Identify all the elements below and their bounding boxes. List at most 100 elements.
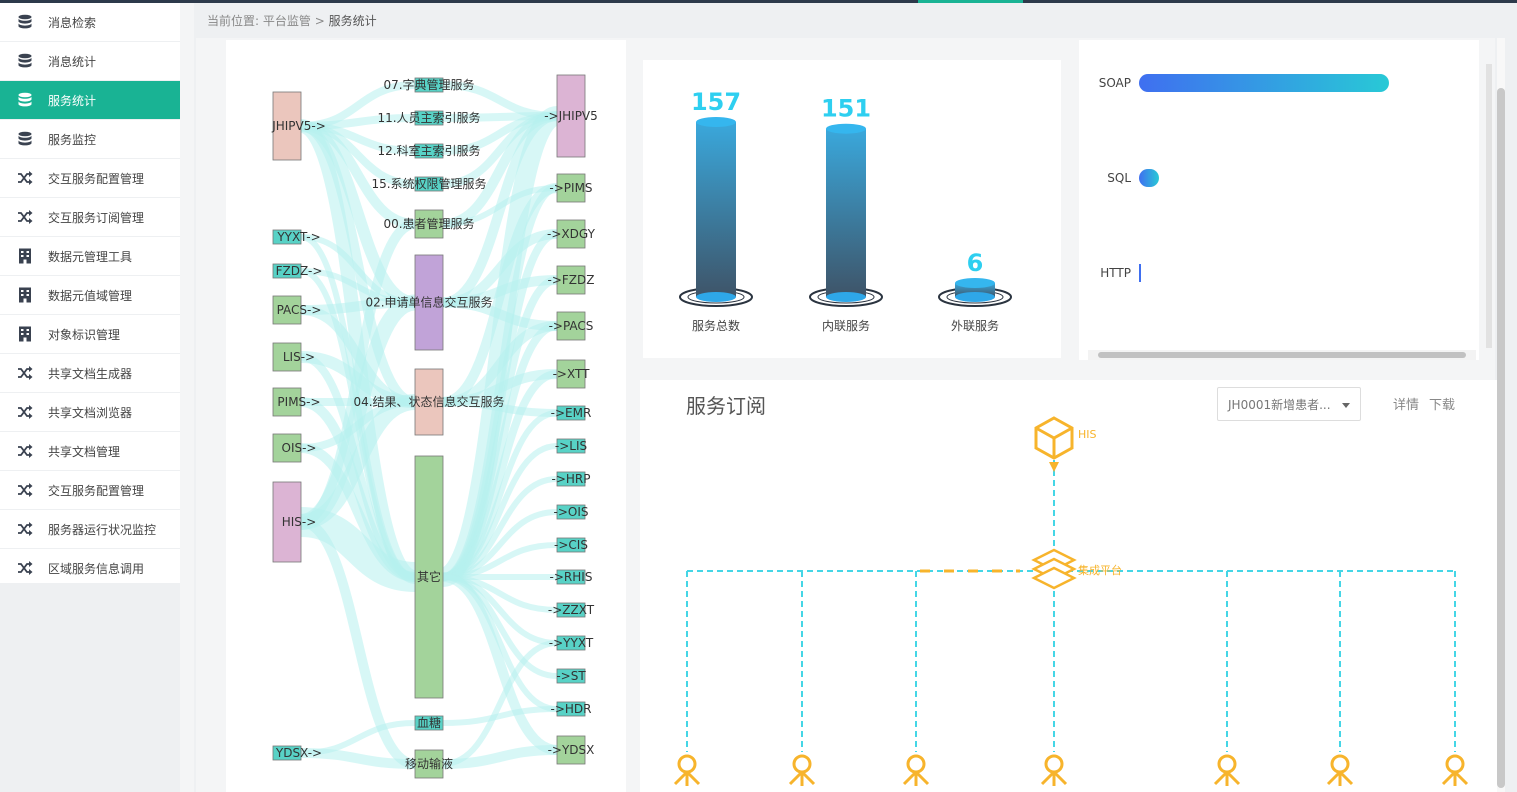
subscriber-node-icon[interactable] [1213, 754, 1241, 786]
sidebar-item-14[interactable]: 服务器运行状况监控 [0, 510, 180, 549]
sankey-label-target: ->LIS [555, 439, 587, 453]
shuffle-icon [16, 365, 34, 381]
cylinder-category-label: 内联服务 [822, 318, 870, 333]
sidebar-item-label: 数据元值域管理 [48, 288, 133, 303]
sidebar-item-3[interactable]: 服务统计 [0, 81, 180, 120]
sidebar-item-5[interactable]: 交互服务配置管理 [0, 159, 180, 198]
sankey-label-source: PACS-> [277, 303, 322, 317]
sidebar-item-2[interactable]: 消息统计 [0, 42, 180, 81]
sidebar-item-1[interactable]: 消息检索 [0, 3, 180, 42]
cylinder-cap [955, 278, 995, 288]
sankey-label-target: ->YDSX [548, 743, 595, 757]
subscriber-node-icon[interactable] [1326, 754, 1354, 786]
sidebar-item-15[interactable]: 区域服务信息调用 [0, 549, 180, 588]
protocol-panel: SOAP SQL HTTP [1079, 40, 1479, 360]
sidebar-item-12[interactable]: 共享文档管理 [0, 432, 180, 471]
cylinder-category-label: 外联服务 [951, 318, 999, 333]
sidebar-item-label: 消息检索 [48, 15, 97, 30]
protocol-label: SQL [1107, 171, 1131, 185]
sankey-label-target: ->EMR [551, 406, 592, 420]
his-node-label: HIS [1078, 428, 1097, 441]
scrollbar-thumb[interactable] [1098, 352, 1466, 358]
sankey-label-source: HIS-> [282, 515, 317, 529]
cylinder-cap [826, 123, 866, 134]
sankey-label-target: ->YYXT [549, 636, 594, 650]
sidebar-item-label: 交互服务订阅管理 [48, 210, 145, 225]
sidebar-item-label: 服务统计 [48, 93, 97, 108]
sidebar-gutter [180, 3, 194, 792]
sidebar-item-label: 交互服务配置管理 [48, 171, 145, 186]
cylinder-bar[interactable] [696, 122, 736, 297]
sidebar-item-label: 交互服务配置管理 [48, 483, 145, 498]
sankey-label-target: ->JHIPV5 [544, 109, 598, 123]
top-bar [0, 0, 1517, 3]
sankey-label-target: ->PIMS [549, 181, 592, 195]
cylinder-category-label: 服务总数 [692, 318, 740, 333]
building-icon [16, 326, 34, 342]
sidebar-item-11[interactable]: 共享文档浏览器 [0, 393, 180, 432]
integration-platform-icon[interactable] [1031, 548, 1077, 590]
shuffle-icon [16, 482, 34, 498]
sidebar-item-9[interactable]: 对象标识管理 [0, 315, 180, 354]
subscriber-node-icon[interactable] [788, 754, 816, 786]
sidebar-item-10[interactable]: 共享文档生成器 [0, 354, 180, 393]
his-node-icon[interactable] [1034, 416, 1074, 472]
breadcrumb-parent[interactable]: 平台监管 [263, 14, 311, 28]
sidebar-item-label: 共享文档浏览器 [48, 405, 133, 420]
sidebar-item-7[interactable]: 数据元管理工具 [0, 237, 180, 276]
sidebar-item-13[interactable]: 交互服务配置管理 [0, 471, 180, 510]
sidebar-item-label: 区域服务信息调用 [48, 561, 145, 576]
breadcrumb-separator: > [314, 14, 325, 28]
subscriber-node-icon[interactable] [902, 754, 930, 786]
database-icon [16, 53, 34, 69]
breadcrumb-prefix: 当前位置: [207, 14, 260, 28]
subscriber-node-icon[interactable] [1040, 754, 1068, 786]
sankey-label-target: ->RHIS [550, 570, 593, 584]
sidebar-item-6[interactable]: 交互服务订阅管理 [0, 198, 180, 237]
cylinder-cap [696, 117, 736, 127]
sankey-label-service: 12.科室主索引服务 [377, 143, 480, 158]
sankey-label-service: 血糖 [417, 715, 441, 730]
sankey-label-target: ->HRP [552, 472, 591, 486]
shuffle-icon [16, 404, 34, 420]
protocol-chart: SOAP SQL HTTP [1099, 74, 1389, 282]
sankey-label-target: ->OIS [554, 505, 589, 519]
sankey-label-target: ->ZZXT [548, 603, 595, 617]
sidebar-item-4[interactable]: 服务监控 [0, 120, 180, 159]
sankey-panel: JHIPV5-> YYXT-> FZDZ-> PACS-> LIS-> PIMS-> OIS… [226, 40, 626, 792]
sankey-label-target: ->PACS [549, 319, 594, 333]
protocol-bar[interactable] [1139, 264, 1141, 282]
sankey-label-source: YDSX-> [275, 746, 322, 760]
sidebar-item-label: 数据元管理工具 [48, 249, 133, 264]
sankey-label-service: 07.字典管理服务 [383, 77, 474, 92]
sankey-label-target: ->FZDZ [548, 273, 595, 287]
sankey-label-source: FZDZ-> [276, 264, 323, 278]
sidebar-item-label: 服务监控 [48, 132, 97, 147]
sidebar-item-label: 对象标识管理 [48, 327, 121, 342]
sidebar-item-label: 共享文档生成器 [48, 366, 133, 381]
sankey-chart: JHIPV5-> YYXT-> FZDZ-> PACS-> LIS-> PIMS-> OIS… [271, 74, 598, 779]
page-scrollbar[interactable] [1497, 38, 1505, 792]
protocol-horizontal-scrollbar[interactable] [1088, 350, 1476, 360]
sankey-label-target: ->HDR [551, 702, 592, 716]
page-scrollbar-thumb[interactable] [1497, 88, 1505, 788]
sankey-label-target: ->XDGY [547, 227, 596, 241]
sankey-label-target: ->CIS [554, 538, 588, 552]
sankey-link [442, 706, 558, 726]
sankey-label-service: 11.人员主索引服务 [377, 110, 480, 125]
sidebar-item-8[interactable]: 数据元值域管理 [0, 276, 180, 315]
protocol-vertical-scrollbar[interactable] [1485, 40, 1493, 358]
sankey-label-source: LIS-> [283, 350, 315, 364]
breadcrumb-current: 服务统计 [328, 14, 377, 28]
sankey-label-service: 移动输液 [405, 756, 453, 771]
cylinder-bar[interactable] [826, 128, 866, 297]
service-count-chart: 157 服务总数 151 内联服务 6 外联服务 [679, 88, 1012, 333]
sidebar-item-label: 服务器运行状况监控 [48, 522, 157, 537]
cylinder-value-label: 6 [967, 249, 984, 277]
sankey-label-service: 00.患者管理服务 [383, 216, 474, 231]
protocol-label: HTTP [1100, 266, 1131, 280]
protocol-bar[interactable] [1139, 169, 1159, 187]
subscriber-node-icon[interactable] [1441, 754, 1469, 786]
protocol-bar[interactable] [1139, 74, 1389, 92]
subscriber-node-icon[interactable] [673, 754, 701, 786]
